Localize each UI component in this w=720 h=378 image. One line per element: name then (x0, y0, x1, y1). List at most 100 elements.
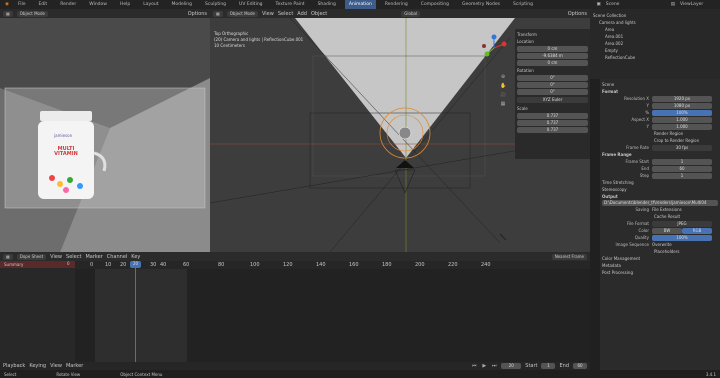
tab-shading[interactable]: Shading (314, 0, 340, 9)
location-y-field[interactable]: -9.6384 m (517, 53, 588, 59)
aspect-y-field[interactable]: 1.000 (652, 123, 712, 130)
scene-selector[interactable]: Scene (606, 2, 666, 7)
summary-channel[interactable]: Summary (0, 261, 75, 268)
rotation-z-field[interactable]: 0° (517, 89, 588, 95)
stereoscopy-section[interactable]: Stereoscopy (602, 186, 718, 193)
file-format-dropdown[interactable]: JPEG (652, 220, 712, 227)
menu-file[interactable]: File (14, 0, 30, 9)
quality-slider[interactable]: 100% (652, 234, 712, 241)
end-field[interactable]: 60 (652, 165, 712, 172)
pan-hand-icon[interactable]: ✋ (500, 83, 506, 89)
frame-start-field[interactable]: 1 (652, 158, 712, 165)
menu-window[interactable]: Window (85, 0, 111, 9)
rotation-y-field[interactable]: 0° (517, 82, 588, 88)
ds-menu-select[interactable]: Select (66, 254, 81, 260)
current-frame-field[interactable]: 20 (501, 363, 522, 369)
location-x-field[interactable]: 0 cm (517, 46, 588, 52)
main-viewport[interactable]: ▦ Object Mode View Select Add Object Glo… (210, 9, 590, 252)
tl-menu-view[interactable]: View (50, 363, 62, 369)
ortho-grid-icon[interactable]: ▦ (500, 101, 506, 107)
menu-edit[interactable]: Edit (34, 0, 51, 9)
ds-menu-marker[interactable]: Marker (85, 254, 102, 260)
placeholders-checkbox[interactable]: Placeholders (602, 248, 718, 255)
transform-title[interactable]: Transform (517, 31, 588, 38)
object-mode-dropdown[interactable]: Object Mode (16, 10, 48, 17)
location-z-field[interactable]: 0 cm (517, 60, 588, 66)
menu-help[interactable]: Help (116, 0, 134, 9)
color-bw-button[interactable]: BW (652, 227, 682, 234)
crop-checkbox[interactable]: Crop to Render Region (602, 137, 718, 144)
tab-layout[interactable]: Layout (139, 0, 162, 9)
play-icon[interactable]: ▶ (481, 363, 487, 369)
dope-sheet-mode-dropdown[interactable]: Dope Sheet (16, 253, 47, 260)
res-y-field[interactable]: 1080 px (652, 102, 712, 109)
outliner-item-area[interactable]: Area (593, 26, 717, 33)
ds-menu-view[interactable]: View (50, 254, 62, 260)
viewport-options[interactable]: Options (568, 11, 587, 17)
menu-render[interactable]: Render (56, 0, 80, 9)
playhead-frame[interactable]: 20 (130, 261, 141, 268)
tab-compositing[interactable]: Compositing (417, 0, 453, 9)
menu-view[interactable]: View (262, 11, 274, 17)
scale-x-field[interactable]: 0.737 (517, 113, 588, 119)
pct-field[interactable]: 100% (652, 109, 712, 116)
editor-type-button[interactable]: ▦ (3, 10, 13, 17)
scale-z-field[interactable]: 0.737 (517, 127, 588, 133)
jump-start-icon[interactable]: ⏮ (471, 363, 477, 369)
menu-add[interactable]: Add (297, 11, 307, 17)
menu-select[interactable]: Select (278, 11, 293, 17)
outliner-item-area-002[interactable]: Area.002 (593, 40, 717, 47)
step-field[interactable]: 1 (652, 172, 712, 179)
file-extensions-checkbox[interactable]: File Extensions (652, 207, 682, 212)
render-region-checkbox[interactable]: Render Region (602, 130, 718, 137)
end-field[interactable]: 60 (573, 363, 587, 369)
frame-rate-dropdown[interactable]: 30 fps (652, 144, 712, 151)
ds-menu-key[interactable]: Key (131, 254, 140, 260)
playhead-line[interactable] (135, 261, 136, 362)
editor-type-button[interactable]: ▦ (3, 253, 13, 260)
outliner-item-camera-lights[interactable]: Camera and lights (593, 19, 717, 26)
outliner-item-reflection-cube[interactable]: ReflectionCube (593, 54, 717, 61)
camera-viewport[interactable]: ▦ Object Mode Options jamieson MULTI VIT… (0, 9, 210, 252)
color-management-section[interactable]: Color Management (602, 255, 718, 262)
tab-scripting[interactable]: Scripting (509, 0, 537, 9)
overwrite-checkbox[interactable]: Overwrite (652, 242, 672, 247)
outliner-item-scene-collection[interactable]: Scene Collection (593, 12, 717, 19)
zoom-icon[interactable]: ⊕ (500, 74, 506, 80)
res-x-field[interactable]: 1920 px (652, 95, 712, 102)
transform-orientation-dropdown[interactable]: Global (401, 10, 421, 17)
keyframe-region[interactable]: 0 0 10 20 30 40 60 80 100 120 140 160 18… (67, 261, 590, 362)
tl-menu-marker[interactable]: Marker (66, 363, 83, 369)
editor-type-button[interactable]: ▦ (213, 10, 223, 17)
tab-sculpting[interactable]: Sculpting (201, 0, 230, 9)
object-mode-dropdown[interactable]: Object Mode (226, 10, 258, 17)
menu-object[interactable]: Object (311, 11, 327, 17)
output-path-field[interactable]: D:\Documents\blender_tf\renders\jamieson… (602, 200, 718, 206)
output-section[interactable]: Output (602, 193, 718, 200)
tab-texture-paint[interactable]: Texture Paint (272, 0, 309, 9)
rotation-mode-dropdown[interactable]: XYZ Euler (517, 97, 588, 103)
options-button[interactable]: Options (188, 11, 207, 17)
playback-menu[interactable]: Playback (3, 363, 25, 369)
view-layer-selector[interactable]: ViewLayer (680, 2, 720, 7)
scale-y-field[interactable]: 0.737 (517, 120, 588, 126)
blender-logo-icon[interactable]: ◉ (5, 2, 9, 7)
jump-end-icon[interactable]: ⏭ (491, 363, 497, 369)
tab-geometry-nodes[interactable]: Geometry Nodes (458, 0, 504, 9)
start-field[interactable]: 1 (541, 363, 556, 369)
color-rgb-button[interactable]: RGB (682, 227, 712, 234)
outliner-item-empty[interactable]: Empty (593, 47, 717, 54)
snapping-dropdown[interactable]: Nearest Frame (551, 253, 587, 260)
outliner-item-area-001[interactable]: Area.001 (593, 33, 717, 40)
tab-modeling[interactable]: Modeling (168, 0, 196, 9)
tab-rendering[interactable]: Rendering (381, 0, 412, 9)
navigation-gizmo[interactable] (480, 34, 508, 62)
cache-result-checkbox[interactable]: Cache Result (602, 213, 718, 220)
post-processing-section[interactable]: Post Processing (602, 269, 718, 276)
tab-animation[interactable]: Animation (344, 0, 376, 9)
aspect-x-field[interactable]: 1.000 (652, 116, 712, 123)
metadata-section[interactable]: Metadata (602, 262, 718, 269)
format-section[interactable]: Format (602, 88, 718, 95)
tab-uv-editing[interactable]: UV Editing (235, 0, 266, 9)
frame-range-section[interactable]: Frame Range (602, 151, 718, 158)
